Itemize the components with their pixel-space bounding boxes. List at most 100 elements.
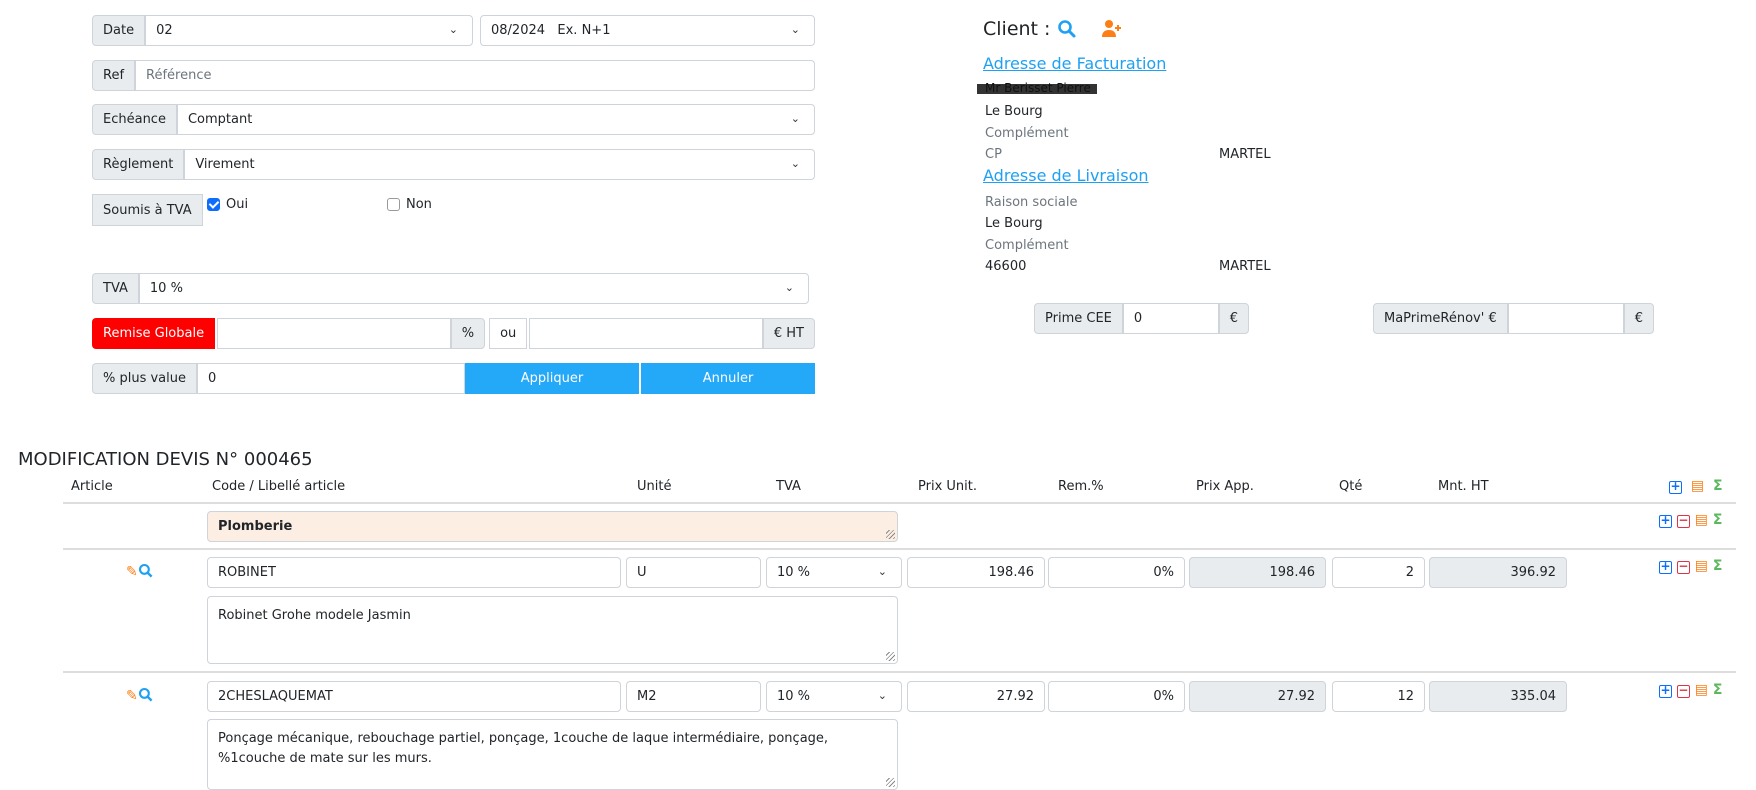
edit-icon[interactable]: ✎ bbox=[126, 564, 138, 580]
row-tools: ✎ bbox=[126, 687, 154, 704]
billing-cp: CP bbox=[985, 147, 1002, 162]
sum-icon[interactable]: Σ bbox=[1713, 682, 1723, 698]
price-input[interactable]: 27.92 bbox=[907, 681, 1045, 712]
date-group: Date 02 ⌄ bbox=[92, 15, 473, 46]
description-textarea[interactable]: Ponçage mécanique, rebouchage partiel, p… bbox=[207, 719, 898, 790]
header-qty: Qté bbox=[1339, 479, 1363, 494]
add-line-icon[interactable]: + bbox=[1659, 560, 1672, 574]
maprime-group: MaPrimeRénov' € € bbox=[1373, 303, 1654, 334]
remove-line-icon[interactable]: − bbox=[1676, 514, 1690, 528]
discount-input[interactable]: 0% bbox=[1048, 681, 1185, 712]
tva-label: TVA bbox=[92, 273, 139, 304]
header-price: Prix Unit. bbox=[918, 479, 977, 494]
header-article: Article bbox=[71, 479, 113, 494]
echeance-label: Echéance bbox=[92, 104, 177, 135]
amount-value: 335.04 bbox=[1429, 681, 1567, 712]
ou-label: ou bbox=[489, 318, 528, 349]
oui-checkbox[interactable]: Oui bbox=[207, 197, 248, 212]
edit-icon[interactable]: ✎ bbox=[126, 688, 138, 704]
tva-select[interactable]: 10 % ⌄ bbox=[766, 681, 902, 712]
row-actions: + − ▤ Σ bbox=[1659, 682, 1722, 698]
delivery-street: Le Bourg bbox=[985, 216, 1043, 231]
eur-addon: € bbox=[1218, 303, 1249, 334]
unit-input[interactable]: U bbox=[626, 557, 761, 588]
percent-addon: % bbox=[450, 318, 486, 349]
client-search-icon[interactable] bbox=[1057, 19, 1077, 43]
code-input[interactable]: ROBINET bbox=[207, 557, 621, 588]
tva-value: 10 % bbox=[777, 689, 811, 704]
tva-subject-group: Soumis à TVA bbox=[92, 194, 203, 226]
add-line-icon[interactable]: + bbox=[1669, 480, 1682, 494]
tva-value: 10 % bbox=[777, 565, 811, 580]
reglement-group: Règlement Virement ⌄ bbox=[92, 149, 815, 180]
search-icon[interactable] bbox=[138, 563, 154, 579]
comment-icon[interactable]: ▤ bbox=[1695, 512, 1708, 528]
section-title-input[interactable]: Plomberie bbox=[207, 511, 898, 542]
header-discount: Rem.% bbox=[1058, 479, 1104, 494]
remise-percent-input[interactable] bbox=[217, 318, 451, 349]
prime-cee-input[interactable]: 0 bbox=[1122, 303, 1219, 334]
delivery-address-link[interactable]: Adresse de Livraison bbox=[983, 166, 1149, 185]
eur-ht-addon: € HT bbox=[762, 318, 815, 349]
prime-cee-label: Prime CEE bbox=[1034, 303, 1123, 334]
remise-group: Remise Globale % ou € HT bbox=[92, 318, 815, 349]
sum-icon[interactable]: Σ bbox=[1713, 478, 1723, 494]
maprime-label: MaPrimeRénov' € bbox=[1373, 303, 1508, 334]
remove-line-icon[interactable]: − bbox=[1676, 684, 1690, 698]
period-group: 08/2024 Ex. N+1 ⌄ bbox=[480, 15, 815, 46]
reglement-value: Virement bbox=[195, 157, 255, 172]
checkbox-unchecked-icon bbox=[387, 198, 400, 211]
sum-icon[interactable]: Σ bbox=[1713, 558, 1723, 574]
period-value: 08/2024 Ex. N+1 bbox=[491, 23, 611, 38]
add-line-icon[interactable]: + bbox=[1659, 514, 1672, 528]
billing-address-link[interactable]: Adresse de Facturation bbox=[983, 54, 1166, 73]
ref-label: Ref bbox=[92, 60, 136, 91]
plus-value-input[interactable]: 0 bbox=[197, 363, 466, 394]
cancel-button[interactable]: Annuler bbox=[641, 363, 816, 394]
header-amount: Mnt. HT bbox=[1438, 479, 1489, 494]
add-client-icon[interactable] bbox=[1101, 19, 1123, 43]
tva-subject-label: Soumis à TVA bbox=[92, 194, 203, 226]
billing-complement: Complément bbox=[985, 126, 1069, 141]
divider bbox=[63, 671, 1736, 673]
ref-input[interactable]: Référence bbox=[135, 60, 815, 91]
reglement-select[interactable]: Virement ⌄ bbox=[184, 149, 815, 180]
delivery-city: MARTEL bbox=[1219, 259, 1271, 274]
code-input[interactable]: 2CHESLAQUEMAT bbox=[207, 681, 621, 712]
non-label: Non bbox=[406, 197, 432, 212]
unit-input[interactable]: M2 bbox=[626, 681, 761, 712]
period-select[interactable]: 08/2024 Ex. N+1 ⌄ bbox=[480, 15, 815, 46]
delivery-cp: 46600 bbox=[985, 259, 1027, 274]
date-day-select[interactable]: 02 ⌄ bbox=[145, 15, 473, 46]
header-code: Code / Libellé article bbox=[212, 479, 346, 494]
chevron-down-icon: ⌄ bbox=[784, 281, 794, 294]
non-checkbox[interactable]: Non bbox=[387, 197, 432, 212]
divider bbox=[63, 548, 1736, 550]
discount-input[interactable]: 0% bbox=[1048, 557, 1185, 588]
checkbox-checked-icon bbox=[207, 198, 220, 211]
header-unit: Unité bbox=[637, 479, 672, 494]
remove-line-icon[interactable]: − bbox=[1676, 560, 1690, 574]
quote-title: MODIFICATION DEVIS N° 000465 bbox=[18, 449, 313, 470]
add-line-icon[interactable]: + bbox=[1659, 684, 1672, 698]
maprime-input[interactable] bbox=[1507, 303, 1624, 334]
tva-select[interactable]: 10 % ⌄ bbox=[766, 557, 902, 588]
qty-input[interactable]: 12 bbox=[1332, 681, 1425, 712]
comment-icon[interactable]: ▤ bbox=[1691, 478, 1704, 494]
echeance-select[interactable]: Comptant ⌄ bbox=[176, 104, 815, 135]
price-input[interactable]: 198.46 bbox=[907, 557, 1045, 588]
remise-amount-input[interactable] bbox=[529, 318, 763, 349]
tva-select[interactable]: 10 % ⌄ bbox=[138, 273, 809, 304]
billing-name: Mr Berisset Pierre bbox=[985, 81, 1091, 95]
row-tools: ✎ bbox=[126, 563, 154, 580]
section-actions: + − ▤ Σ bbox=[1659, 512, 1722, 528]
search-icon[interactable] bbox=[138, 687, 154, 703]
comment-icon[interactable]: ▤ bbox=[1695, 558, 1708, 574]
description-textarea[interactable]: Robinet Grohe modele Jasmin bbox=[207, 596, 898, 664]
tva-value: 10 % bbox=[149, 281, 183, 296]
comment-icon[interactable]: ▤ bbox=[1695, 682, 1708, 698]
reglement-label: Règlement bbox=[92, 149, 185, 180]
qty-input[interactable]: 2 bbox=[1332, 557, 1425, 588]
sum-icon[interactable]: Σ bbox=[1713, 512, 1723, 528]
apply-button[interactable]: Appliquer bbox=[465, 363, 642, 394]
